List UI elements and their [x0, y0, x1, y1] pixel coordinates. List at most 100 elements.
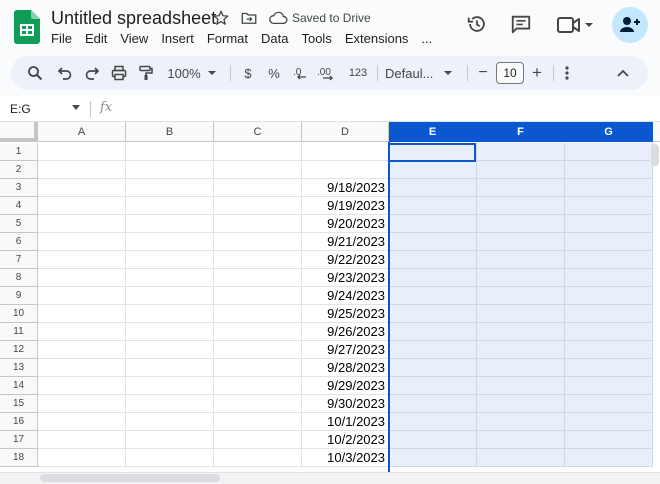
cell-d16[interactable]: 10/1/2023: [302, 413, 389, 431]
cell-b11[interactable]: [126, 323, 214, 341]
cell-d4[interactable]: 9/19/2023: [302, 197, 389, 215]
row-header-13[interactable]: 13: [0, 359, 38, 377]
row-header-18[interactable]: 18: [0, 449, 38, 467]
cell-a15[interactable]: [38, 395, 126, 413]
row-header-3[interactable]: 3: [0, 179, 38, 197]
horizontal-scrollbar[interactable]: [40, 474, 220, 482]
number-format-button[interactable]: 123: [346, 56, 370, 90]
cell-b3[interactable]: [126, 179, 214, 197]
print-button[interactable]: [109, 56, 129, 90]
cell-c12[interactable]: [214, 341, 302, 359]
cell-g8[interactable]: [565, 269, 653, 287]
row-header-9[interactable]: 9: [0, 287, 38, 305]
cell-b6[interactable]: [126, 233, 214, 251]
cell-c18[interactable]: [214, 449, 302, 467]
cell-g1[interactable]: [565, 143, 653, 161]
column-header-d[interactable]: D: [302, 122, 389, 142]
cell-c1[interactable]: [214, 143, 302, 161]
menu-format[interactable]: Format: [207, 31, 248, 46]
row-header-14[interactable]: 14: [0, 377, 38, 395]
cell-e11[interactable]: [389, 323, 477, 341]
cell-a3[interactable]: [38, 179, 126, 197]
cell-g14[interactable]: [565, 377, 653, 395]
row-header-2[interactable]: 2: [0, 161, 38, 179]
percent-format-button[interactable]: %: [265, 56, 283, 90]
cell-f2[interactable]: [477, 161, 565, 179]
menu-edit[interactable]: Edit: [85, 31, 107, 46]
cell-c8[interactable]: [214, 269, 302, 287]
cell-f7[interactable]: [477, 251, 565, 269]
cell-c13[interactable]: [214, 359, 302, 377]
vertical-scrollbar[interactable]: [651, 144, 659, 166]
cell-g2[interactable]: [565, 161, 653, 179]
cell-b4[interactable]: [126, 197, 214, 215]
cell-b2[interactable]: [126, 161, 214, 179]
cell-c11[interactable]: [214, 323, 302, 341]
cell-c14[interactable]: [214, 377, 302, 395]
cell-a1[interactable]: [38, 143, 126, 161]
cell-f15[interactable]: [477, 395, 565, 413]
menu-insert[interactable]: Insert: [161, 31, 194, 46]
decrease-font-size-button[interactable]: −: [475, 56, 491, 90]
cell-d17[interactable]: 10/2/2023: [302, 431, 389, 449]
cell-a10[interactable]: [38, 305, 126, 323]
spreadsheet-grid[interactable]: A B C D E F G 1 2 3 9/18/2023 4 9/19/2023 5 9/20/2023 6…: [0, 122, 660, 472]
row-header-4[interactable]: 4: [0, 197, 38, 215]
collapse-menus-button[interactable]: [613, 56, 633, 90]
cell-d14[interactable]: 9/29/2023: [302, 377, 389, 395]
version-history-icon[interactable]: [466, 13, 488, 35]
font-family-select[interactable]: Defaul...: [385, 56, 461, 90]
menu-file[interactable]: File: [51, 31, 72, 46]
cell-f10[interactable]: [477, 305, 565, 323]
row-header-11[interactable]: 11: [0, 323, 38, 341]
currency-format-button[interactable]: $: [239, 56, 257, 90]
cell-b15[interactable]: [126, 395, 214, 413]
cell-b8[interactable]: [126, 269, 214, 287]
meet-video-icon[interactable]: [556, 14, 596, 36]
share-button[interactable]: [612, 7, 648, 43]
cell-f4[interactable]: [477, 197, 565, 215]
increase-decimal-button[interactable]: .00: [317, 56, 339, 90]
name-box-dropdown-icon[interactable]: [72, 105, 80, 110]
cell-g16[interactable]: [565, 413, 653, 431]
cell-g13[interactable]: [565, 359, 653, 377]
font-size-input[interactable]: 10: [496, 62, 524, 84]
select-all-corner[interactable]: [0, 122, 38, 142]
cell-e2[interactable]: [389, 161, 477, 179]
row-header-6[interactable]: 6: [0, 233, 38, 251]
row-header-15[interactable]: 15: [0, 395, 38, 413]
cell-b16[interactable]: [126, 413, 214, 431]
cloud-saved-icon[interactable]: [268, 9, 288, 27]
column-header-c[interactable]: C: [214, 122, 302, 142]
cell-d1[interactable]: [302, 143, 389, 161]
cell-b10[interactable]: [126, 305, 214, 323]
cell-a12[interactable]: [38, 341, 126, 359]
cell-g9[interactable]: [565, 287, 653, 305]
cell-c2[interactable]: [214, 161, 302, 179]
cell-c9[interactable]: [214, 287, 302, 305]
redo-button[interactable]: [82, 56, 102, 90]
cell-g11[interactable]: [565, 323, 653, 341]
cell-g10[interactable]: [565, 305, 653, 323]
cell-c4[interactable]: [214, 197, 302, 215]
cell-d12[interactable]: 9/27/2023: [302, 341, 389, 359]
cell-b1[interactable]: [126, 143, 214, 161]
cell-b5[interactable]: [126, 215, 214, 233]
cell-g6[interactable]: [565, 233, 653, 251]
star-icon[interactable]: [212, 9, 230, 27]
cell-d8[interactable]: 9/23/2023: [302, 269, 389, 287]
cell-f3[interactable]: [477, 179, 565, 197]
cell-d15[interactable]: 9/30/2023: [302, 395, 389, 413]
cell-a16[interactable]: [38, 413, 126, 431]
move-folder-icon[interactable]: [240, 9, 258, 27]
menu-view[interactable]: View: [120, 31, 148, 46]
cell-b13[interactable]: [126, 359, 214, 377]
cell-b7[interactable]: [126, 251, 214, 269]
column-header-g[interactable]: G: [565, 122, 653, 142]
cell-e17[interactable]: [389, 431, 477, 449]
cell-f13[interactable]: [477, 359, 565, 377]
cell-a5[interactable]: [38, 215, 126, 233]
cell-f8[interactable]: [477, 269, 565, 287]
cell-a8[interactable]: [38, 269, 126, 287]
cell-b18[interactable]: [126, 449, 214, 467]
